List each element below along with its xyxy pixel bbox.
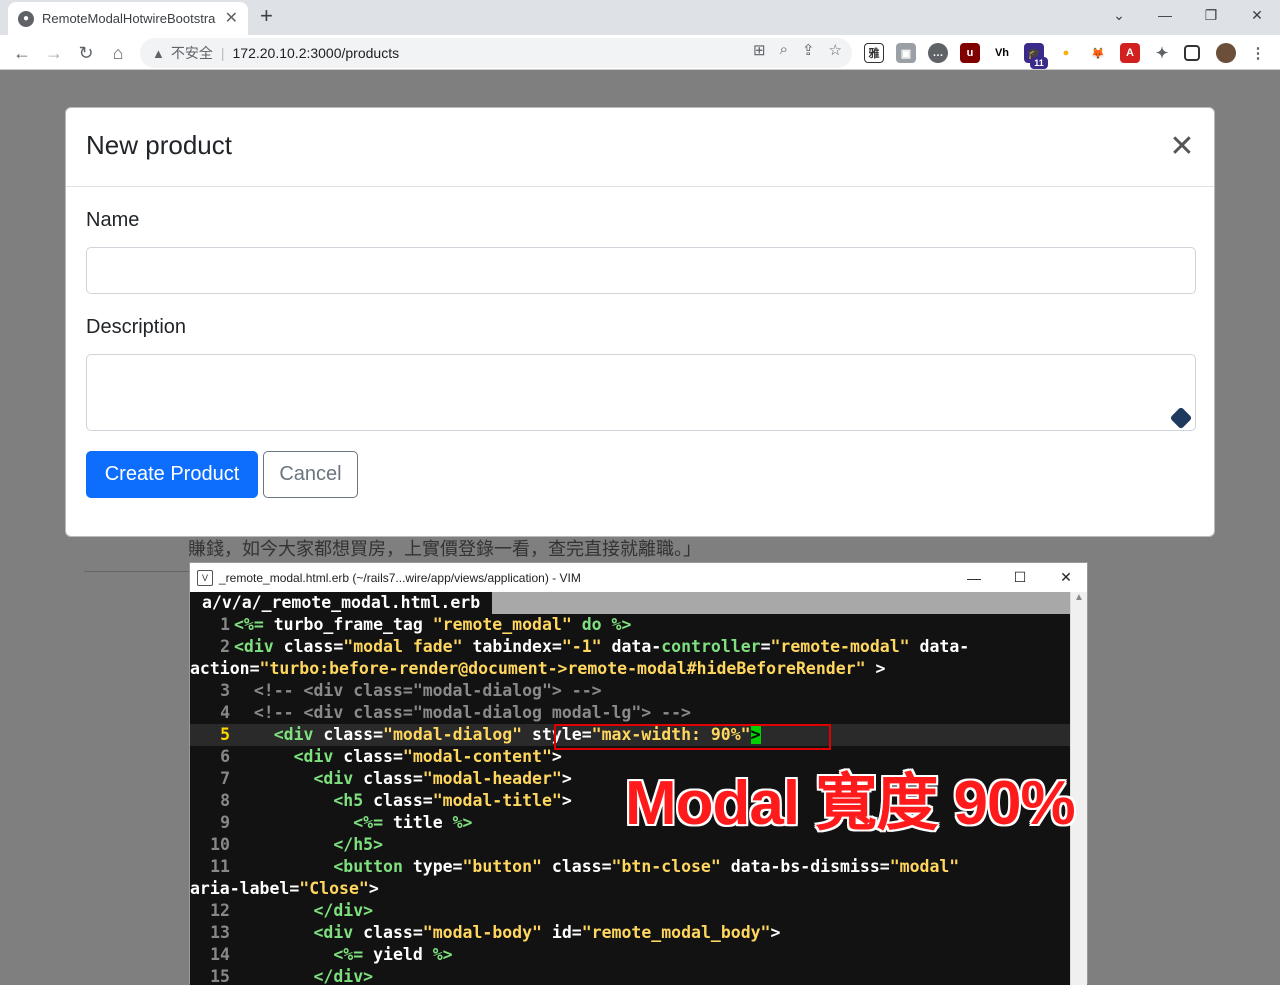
extension-icon[interactable]: ▣ (896, 43, 916, 63)
browser-tab-strip: ● RemoteModalHotwireBootstra ✕ + ⌄ — ❐ ✕ (0, 0, 1280, 35)
vim-tabline: a/v/a/_remote_modal.html.erb (190, 592, 1072, 614)
browser-tab[interactable]: ● RemoteModalHotwireBootstra ✕ (8, 2, 248, 35)
tab-title: RemoteModalHotwireBootstra (42, 11, 216, 26)
tab-search-icon[interactable]: ⌄ (1096, 0, 1142, 30)
minimize-icon[interactable]: — (951, 563, 997, 592)
divider (84, 571, 190, 572)
ublock-icon[interactable]: u (960, 43, 980, 63)
divider: | (220, 45, 225, 61)
puzzle-icon[interactable]: ✦ (1152, 43, 1172, 63)
code-line: 1 <%= turbo_frame_tag "remote_modal" do %… (220, 615, 632, 634)
url-text: 172.20.10.2:3000/products (232, 45, 400, 61)
warning-icon[interactable]: ▲ (152, 46, 165, 61)
new-product-modal: New product ✕ Name Description Create Pr… (65, 107, 1215, 537)
code-line: 14 <%= yield %> (210, 945, 453, 964)
minimize-icon[interactable]: — (1142, 0, 1188, 30)
reload-icon[interactable]: ↻ (72, 39, 100, 67)
create-product-button[interactable]: Create Product (86, 451, 258, 498)
name-input[interactable] (86, 247, 1196, 294)
code-line: 15 </div> (210, 967, 374, 985)
vh-extension-icon[interactable]: Vh (992, 43, 1012, 63)
close-window-icon[interactable]: ✕ (1234, 0, 1280, 30)
pdf-extension-icon[interactable]: A (1120, 43, 1140, 63)
code-line: 13 <div class="modal-body" id="remote_mo… (210, 923, 781, 942)
restore-icon[interactable]: ❐ (1188, 0, 1234, 30)
description-label: Description (86, 316, 187, 338)
bookmark-star-icon[interactable]: ☆ (829, 41, 842, 59)
description-textarea[interactable] (86, 354, 1196, 431)
chat-extension-icon[interactable]: … (928, 43, 948, 63)
cancel-button[interactable]: Cancel (263, 451, 358, 498)
close-icon[interactable]: ✕ (1043, 563, 1089, 592)
address-bar[interactable]: ▲ 不安全 | 172.20.10.2:3000/products ⊞ ⌕ ⇪ … (140, 38, 852, 68)
dictionary-extension-icon[interactable]: 雅 (864, 43, 884, 63)
extension-badge: 11 (1030, 57, 1048, 69)
metamask-icon[interactable]: 🦊 (1088, 43, 1108, 63)
close-tab-icon[interactable]: ✕ (225, 10, 238, 27)
browser-toolbar: ← → ↻ ⌂ ▲ 不安全 | 172.20.10.2:3000/product… (0, 35, 1280, 70)
share-icon[interactable]: ⇪ (802, 41, 815, 59)
grammarly-icon[interactable] (1169, 406, 1193, 430)
security-status: 不安全 (170, 45, 213, 61)
side-panel-icon[interactable] (1184, 45, 1200, 61)
maximize-icon[interactable]: ☐ (997, 563, 1043, 592)
code-line: 2 <div class="modal fade" tabindex="-1" d… (220, 637, 970, 656)
close-icon[interactable]: ✕ (1166, 132, 1198, 164)
name-label: Name (86, 209, 140, 231)
avatar[interactable] (1216, 43, 1236, 63)
forward-icon[interactable]: → (40, 39, 68, 67)
zoom-icon[interactable]: ⌕ (780, 41, 788, 59)
code-line: 12 </div> (210, 901, 374, 920)
highlight-box (554, 724, 831, 750)
code-line: aria-label="Close"> (190, 879, 379, 898)
back-icon[interactable]: ← (8, 39, 36, 67)
code-line: action="turbo:before-render@document->re… (190, 659, 886, 678)
code-line: 4 <!-- <div class="modal-dialog modal-lg… (220, 703, 691, 722)
dots-extension-icon[interactable]: ● (1056, 43, 1076, 63)
vim-tab[interactable]: a/v/a/_remote_modal.html.erb (190, 592, 493, 614)
modal-title: New product (86, 130, 232, 160)
vim-window-title: _remote_modal.html.erb (~/rails7...wire/… (219, 570, 581, 585)
annotation-label: Modal 寬度 90% (625, 769, 1076, 838)
background-article-text: 賺錢，如今大家都想買房，上實價登錄一看，查完直接就離職。」 (188, 539, 701, 559)
code-line: 3 <!-- <div class="modal-dialog"> --> (220, 681, 602, 700)
translate-icon[interactable]: ⊞ (753, 41, 766, 59)
new-tab-button[interactable]: + (260, 4, 273, 28)
globe-icon: ● (18, 10, 34, 27)
vim-app-icon: V (197, 569, 213, 586)
menu-kebab-icon[interactable]: ⋮ (1248, 43, 1268, 63)
modal-header: New product ✕ (66, 108, 1214, 187)
code-line: 11 <button type="button" class="btn-clos… (210, 857, 960, 876)
home-icon[interactable]: ⌂ (104, 39, 132, 67)
